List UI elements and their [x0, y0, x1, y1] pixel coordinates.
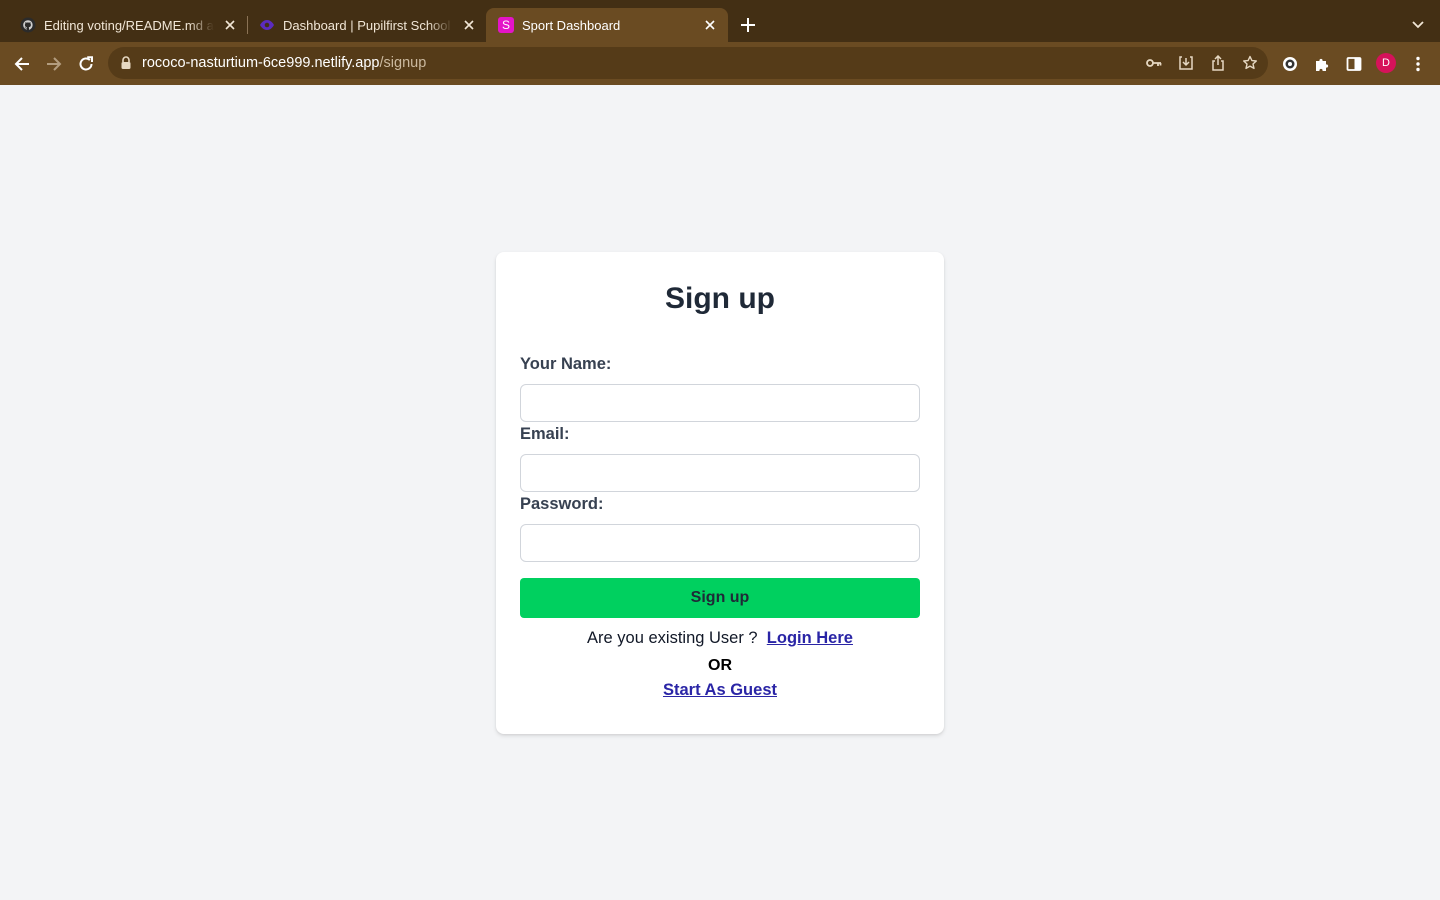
forward-button[interactable] — [42, 52, 66, 76]
tab-pupilfirst-dashboard[interactable]: Dashboard | Pupilfirst School | — [251, 8, 485, 42]
reload-icon — [79, 56, 93, 71]
address-bar[interactable]: rococo-nasturtium-6ce999.netlify.app/sig… — [108, 47, 1268, 79]
login-link[interactable]: Login Here — [767, 629, 853, 647]
url-text: rococo-nasturtium-6ce999.netlify.app/sig… — [142, 55, 426, 71]
guest-row: Start As Guest — [496, 681, 944, 700]
bookmark-star-icon[interactable] — [1241, 54, 1259, 72]
tab-sport-dashboard[interactable]: S Sport Dashboard — [486, 8, 728, 42]
email-input[interactable] — [520, 454, 920, 492]
url-host: rococo-nasturtium-6ce999.netlify.app — [142, 55, 380, 71]
chevron-down-icon — [1412, 21, 1424, 29]
arrow-left-icon — [14, 57, 29, 71]
start-as-guest-link[interactable]: Start As Guest — [663, 681, 777, 699]
install-app-icon[interactable] — [1177, 54, 1195, 72]
url-path: /signup — [379, 55, 427, 71]
github-icon — [20, 17, 36, 33]
puzzle-icon[interactable] — [1312, 54, 1332, 74]
tab-title: Dashboard | Pupilfirst School | — [283, 17, 453, 33]
signup-card: Sign up Your Name: Email: Password: Sign… — [496, 252, 944, 734]
tab-title: Editing voting/README.md at m — [44, 17, 214, 33]
password-input[interactable] — [520, 524, 920, 562]
profile-avatar[interactable]: D — [1376, 53, 1396, 73]
reload-button[interactable] — [74, 52, 98, 76]
tab-separator — [247, 16, 248, 34]
plus-icon — [741, 18, 755, 32]
existing-user-text: Are you existing User ? — [587, 629, 758, 647]
back-button[interactable] — [10, 52, 34, 76]
name-input[interactable] — [520, 384, 920, 422]
arrow-right-icon — [47, 57, 62, 71]
tab-editing-readme[interactable]: Editing voting/README.md at m — [12, 8, 246, 42]
close-tab-icon[interactable] — [702, 17, 718, 33]
page-title: Sign up — [665, 282, 775, 315]
share-icon[interactable] — [1209, 54, 1227, 72]
lock-icon[interactable] — [120, 56, 132, 70]
new-tab-button[interactable] — [738, 15, 758, 35]
key-icon[interactable] — [1145, 54, 1163, 72]
browser-toolbar: rococo-nasturtium-6ce999.netlify.app/sig… — [0, 42, 1440, 85]
browser-tab-strip: Editing voting/README.md at m Dashboard … — [0, 0, 1440, 42]
signup-button[interactable]: Sign up — [520, 578, 920, 618]
close-tab-icon[interactable] — [222, 17, 238, 33]
password-label: Password: — [520, 495, 604, 513]
pupilfirst-icon — [259, 17, 275, 33]
extension-circle-icon[interactable] — [1280, 54, 1300, 74]
more-menu-icon[interactable] — [1408, 54, 1428, 74]
tab-search-button[interactable] — [1408, 15, 1428, 35]
close-tab-icon[interactable] — [461, 17, 477, 33]
side-panel-icon[interactable] — [1344, 54, 1364, 74]
or-separator: OR — [708, 657, 732, 674]
sport-dashboard-icon: S — [498, 17, 514, 33]
existing-user-row: Are you existing User ? Login Here — [496, 629, 944, 648]
name-label: Your Name: — [520, 355, 612, 373]
email-label: Email: — [520, 425, 570, 443]
tab-title: Sport Dashboard — [522, 17, 621, 33]
